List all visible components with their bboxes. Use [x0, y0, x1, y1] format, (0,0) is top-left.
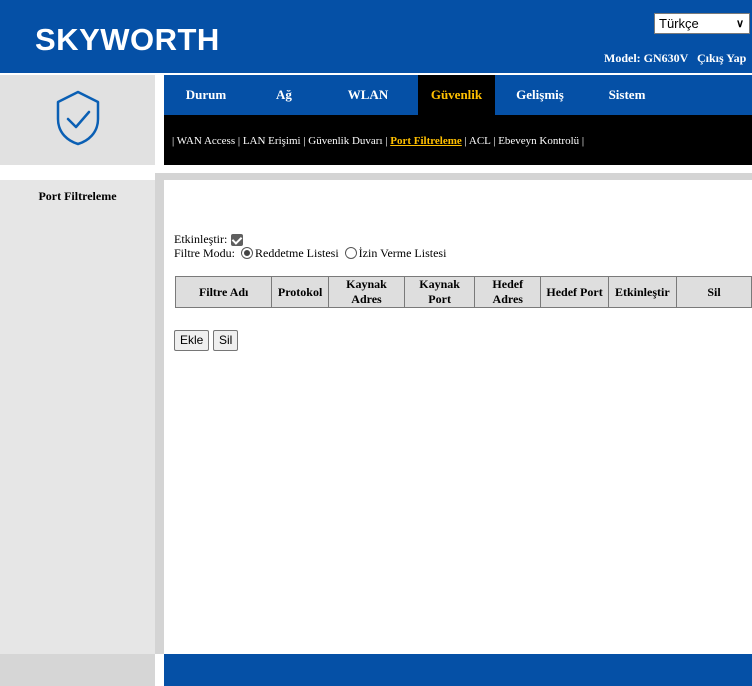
- radio-reddetme[interactable]: [241, 247, 254, 259]
- radio-izin-verme-label: İzin Verme Listesi: [358, 245, 447, 260]
- top-nav: Durum Ağ WLAN Güvenlik Gelişmiş Sistem: [164, 75, 752, 115]
- filter-mode-row: Filtre Modu: Reddetme Listesi İzin Verme…: [174, 246, 446, 260]
- tab-guvenlik[interactable]: Güvenlik: [418, 75, 495, 115]
- subnav-wan-access[interactable]: WAN Access: [177, 135, 235, 147]
- tab-wlan[interactable]: WLAN: [336, 75, 400, 115]
- col-sil: Sil: [676, 276, 752, 308]
- tab-ag[interactable]: Ağ: [260, 75, 308, 115]
- language-select-value: Türkçe: [659, 16, 699, 31]
- subnav-lan-erisimi[interactable]: LAN Erişimi: [243, 135, 301, 147]
- chevron-down-icon: ∨: [735, 18, 744, 30]
- sidebar-footer: [0, 654, 155, 686]
- sidebar: Port Filtreleme: [0, 180, 155, 654]
- col-hedef-adres: Hedef Adres: [474, 276, 542, 308]
- filter-mode-label: Filtre Modu:: [174, 245, 236, 260]
- col-kaynak-adres: Kaynak Adres: [327, 276, 406, 308]
- delete-button[interactable]: Sil: [213, 330, 239, 351]
- skyworth-logo: SKYWORTH: [35, 22, 220, 57]
- add-button[interactable]: Ekle: [174, 330, 210, 351]
- shield-check-icon: [56, 90, 100, 146]
- port-filter-table: Filtre Adı Protokol Kaynak Adres Kaynak …: [174, 276, 752, 308]
- language-select[interactable]: Türkçe ∨: [654, 13, 750, 34]
- tab-sistem[interactable]: Sistem: [591, 75, 663, 115]
- col-filtre-adi: Filtre Adı: [174, 276, 273, 308]
- model-label: Model: GN630V: [604, 51, 689, 65]
- radio-reddetme-label: Reddetme Listesi: [255, 245, 339, 260]
- subnav-port-filtreleme[interactable]: Port Filtreleme: [390, 135, 462, 147]
- col-kaynak-port: Kaynak Port: [404, 276, 476, 308]
- col-etkinlestir: Etkinleştir: [607, 276, 678, 308]
- logout-link[interactable]: Çıkış Yap: [697, 51, 746, 66]
- tab-gelismis[interactable]: Gelişmiş: [500, 75, 580, 115]
- header: SKYWORTH Türkçe ∨ Model: GN630V Çıkış Ya…: [0, 0, 752, 73]
- subnav-ebeveyn-kontrolu[interactable]: Ebeveyn Kontrolü: [498, 135, 579, 147]
- col-protokol: Protokol: [271, 276, 329, 308]
- table-header-row: Filtre Adı Protokol Kaynak Adres Kaynak …: [174, 276, 752, 308]
- section-icon-box: [0, 75, 155, 165]
- sub-nav: | WAN Access | LAN Erişimi | Güvenlik Du…: [164, 115, 752, 165]
- sub-nav-links: | WAN Access | LAN Erişimi | Güvenlik Du…: [172, 135, 585, 147]
- enable-checkbox[interactable]: [231, 233, 244, 246]
- tab-durum[interactable]: Durum: [170, 75, 242, 115]
- subnav-guvenlik-duvari[interactable]: Güvenlik Duvarı: [308, 135, 382, 147]
- col-hedef-port: Hedef Port: [540, 276, 609, 308]
- subnav-acl[interactable]: ACL: [469, 135, 491, 147]
- footer-bar: [164, 654, 752, 686]
- radio-izin-verme[interactable]: [344, 247, 357, 259]
- sidebar-item-port-filtreleme[interactable]: Port Filtreleme: [0, 189, 155, 204]
